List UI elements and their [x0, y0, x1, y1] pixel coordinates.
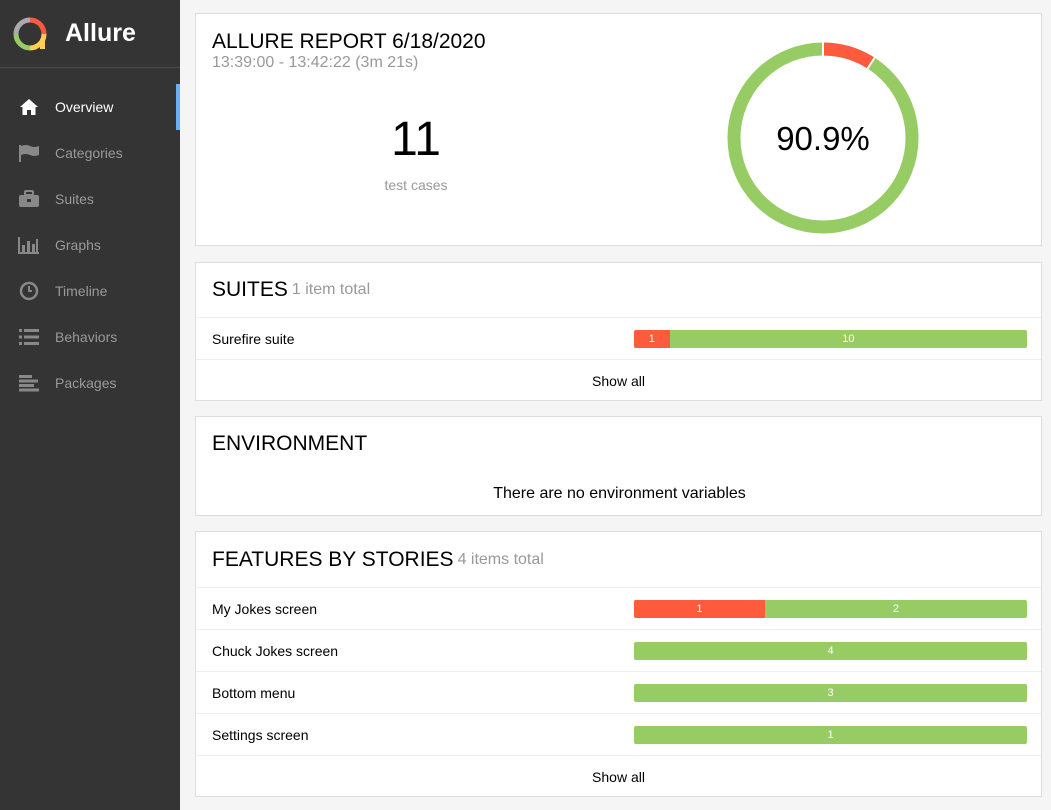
status-bar-passed[interactable]: 10 — [669, 330, 1027, 348]
bar-chart-icon — [18, 234, 40, 256]
sidebar-item-label: Packages — [55, 375, 117, 391]
briefcase-icon — [18, 188, 40, 210]
sidebar-item-label: Behaviors — [55, 329, 118, 345]
sidebar-item-label: Overview — [55, 99, 114, 115]
features-show-all-link[interactable]: Show all — [196, 755, 1041, 798]
report-time-range: 13:39:00 - 13:42:22 (3m 21s) — [212, 54, 419, 71]
sidebar-item-suites[interactable]: Suites — [0, 176, 180, 222]
status-bar-passed[interactable]: 3 — [634, 684, 1027, 702]
suites-show-all-link[interactable]: Show all — [196, 359, 1041, 402]
environment-widget: ENVIRONMENT There are no environment var… — [195, 416, 1042, 516]
brand-name: Allure — [65, 19, 136, 47]
pass-rate-donut[interactable]: 90.9% — [721, 36, 925, 240]
suites-widget: SUITES 1 item total Surefire suite 1 10 Sh… — [195, 262, 1042, 401]
sidebar-nav: Overview Categories Suites Graphs Timeli… — [0, 84, 180, 406]
status-bar-failed[interactable]: 1 — [634, 330, 670, 348]
feature-row-name: Bottom menu — [212, 684, 296, 701]
suite-row-name: Surefire suite — [212, 330, 295, 347]
sidebar-item-behaviors[interactable]: Behaviors — [0, 314, 180, 360]
status-bar[interactable]: 12 — [634, 600, 1027, 618]
suite-row[interactable]: Surefire suite 1 10 — [196, 317, 1041, 359]
feature-row-name: Settings screen — [212, 726, 309, 743]
suites-title: SUITES — [212, 278, 288, 301]
status-bar[interactable]: 4 — [634, 642, 1027, 660]
feature-row-name: My Jokes screen — [212, 600, 318, 617]
environment-title: ENVIRONMENT — [212, 431, 368, 455]
test-case-count: 11 — [391, 113, 441, 166]
list-icon — [18, 326, 40, 348]
suites-count: 1 item total — [291, 281, 371, 298]
status-bar-passed[interactable]: 2 — [764, 600, 1027, 618]
sidebar-item-packages[interactable]: Packages — [0, 360, 180, 406]
main-content: ALLURE REPORT 6/18/2020 13:39:00 - 13:42… — [180, 0, 1051, 810]
home-icon — [18, 96, 40, 118]
status-bar[interactable]: 3 — [634, 684, 1027, 702]
features-list: My Jokes screen 1 2 Chuck Jokes screen 4 Bott… — [196, 587, 1041, 755]
features-count: 4 items total — [457, 550, 544, 568]
summary-widget: ALLURE REPORT 6/18/2020 13:39:00 - 13:42… — [195, 13, 1042, 246]
brand[interactable]: Allure — [0, 0, 180, 68]
feature-row[interactable]: Settings screen 1 — [196, 713, 1041, 755]
sidebar-item-overview[interactable]: Overview — [0, 84, 180, 130]
status-bar[interactable]: 1 10 — [634, 330, 1027, 348]
features-title: FEATURES BY STORIES — [212, 547, 454, 571]
sidebar-item-label: Suites — [55, 191, 94, 207]
feature-row[interactable]: Bottom menu 3 — [196, 671, 1041, 713]
pass-rate-value: 90.9% — [776, 120, 870, 157]
report-title: ALLURE REPORT 6/18/2020 — [212, 30, 486, 53]
feature-row-name: Chuck Jokes screen — [212, 642, 339, 659]
suites-header: SUITES 1 item total — [196, 263, 1041, 317]
allure-logo-icon — [13, 17, 47, 50]
suites-list: Surefire suite 1 10 — [196, 317, 1041, 359]
sidebar: Allure Overview Categories Suites Graphs — [0, 0, 180, 810]
donut-failed-arc — [822, 42, 875, 69]
sidebar-item-categories[interactable]: Categories — [0, 130, 180, 176]
status-bar-passed[interactable]: 4 — [634, 642, 1027, 660]
flag-icon — [18, 142, 40, 164]
status-bar[interactable]: 1 — [634, 726, 1027, 744]
features-header: FEATURES BY STORIES 4 items total — [196, 532, 1041, 587]
align-left-icon — [18, 372, 40, 394]
sidebar-item-label: Categories — [55, 145, 123, 161]
features-widget: FEATURES BY STORIES 4 items total My Jok… — [195, 531, 1042, 797]
feature-row[interactable]: Chuck Jokes screen 4 — [196, 629, 1041, 671]
sidebar-item-label: Graphs — [55, 237, 101, 253]
sidebar-item-timeline[interactable]: Timeline — [0, 268, 180, 314]
sidebar-item-graphs[interactable]: Graphs — [0, 222, 180, 268]
status-bar-passed[interactable]: 1 — [634, 726, 1027, 744]
status-bar-failed[interactable]: 1 — [634, 600, 765, 618]
test-case-label: test cases — [384, 177, 448, 193]
sidebar-item-label: Timeline — [55, 283, 108, 299]
clock-icon — [18, 280, 40, 302]
environment-empty-message: There are no environment variables — [493, 485, 746, 502]
environment-header: ENVIRONMENT — [196, 417, 1041, 470]
feature-row[interactable]: My Jokes screen 1 2 — [196, 587, 1041, 629]
